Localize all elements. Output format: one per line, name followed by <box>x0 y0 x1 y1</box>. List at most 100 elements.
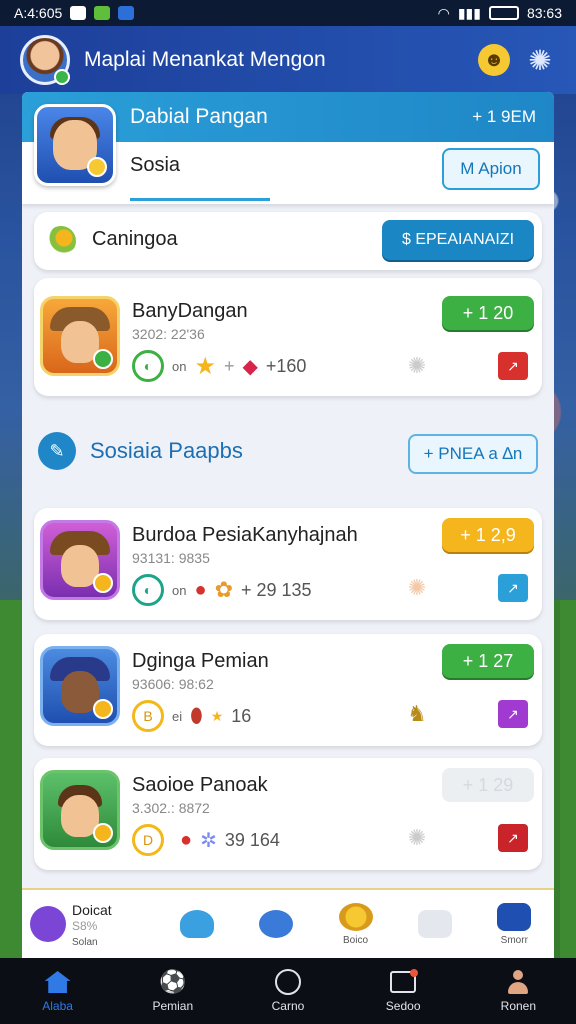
tv-icon <box>389 969 419 995</box>
star-icon: ★ <box>194 352 216 380</box>
star-icon: ★ <box>210 707 224 724</box>
bucket-icon <box>179 910 214 938</box>
nav-label: Ronen <box>500 999 537 1013</box>
game-subtitle: 93131: 9835 <box>132 550 210 566</box>
gear-icon[interactable]: ✺ <box>524 44 556 76</box>
stat-prefix: on <box>172 582 187 598</box>
quick-profile-label: Solan <box>72 936 98 948</box>
quick-item-bucket[interactable] <box>157 890 236 958</box>
share-icon[interactable]: ↗ <box>498 700 528 728</box>
game-row[interactable]: Saoioe Panoak 3.302.: 8872 + 1 29 D ● ✲ … <box>34 758 542 870</box>
challenge-title: Caningoa <box>92 228 178 250</box>
game-subtitle: 3.302.: 8872 <box>132 800 210 816</box>
quick-profile-sub: S8% <box>72 918 98 933</box>
score-pill[interactable]: + 1 27 <box>442 644 534 678</box>
score-pill[interactable]: + 1 29 <box>442 768 534 802</box>
quick-item-chat[interactable] <box>395 890 474 958</box>
stat-value: 16 <box>231 705 252 726</box>
app-header: Maplai Menankat Mengon ☻ ✺ <box>0 26 576 94</box>
trophy-icon[interactable]: ♞ <box>402 700 432 728</box>
coin-icon <box>87 157 107 177</box>
stat-prefix: on <box>172 358 187 374</box>
profile-action-button[interactable]: M Apion <box>442 148 540 190</box>
notification-icon <box>70 6 87 20</box>
home-icon <box>44 969 72 995</box>
points-ring-icon: ◐ <box>132 350 164 382</box>
game-stats: D ● ✲ 39 164 <box>132 824 280 856</box>
challenge-button[interactable]: $ EPEAIANAIZI <box>382 220 534 260</box>
nav-tv[interactable]: Sedoo <box>358 969 448 1013</box>
battery-icon <box>488 6 519 20</box>
app-notification-icon <box>94 6 111 20</box>
quick-item-profile[interactable]: Doicat S8% Solan <box>22 890 157 958</box>
game-title: BanyDangan <box>132 300 248 322</box>
section-header: ✎ Sosiaia Paapbs <box>38 432 243 470</box>
stat-value: +160 <box>265 355 307 376</box>
quick-item-hat[interactable] <box>236 890 315 958</box>
quick-item-star[interactable]: Smorr <box>475 890 554 958</box>
status-time-left: A:4:605 <box>14 5 63 21</box>
ball-icon: ⚽ <box>159 969 187 994</box>
sparkle-icon: ✲ <box>200 829 217 852</box>
share-icon[interactable]: ↗ <box>498 352 528 380</box>
game-stats: ◐ on ● ✿ + 29 135 <box>132 574 312 606</box>
game-title: Dginga Pemian <box>132 650 269 672</box>
game-thumbnail <box>40 646 120 726</box>
share-icon[interactable]: ↗ <box>498 824 528 852</box>
section-button[interactable]: + PNEA a ∆n <box>408 434 538 474</box>
quick-profile-icon <box>30 906 66 942</box>
nav-games[interactable]: ⚽ Pemian <box>128 969 218 1013</box>
chat-icon[interactable]: ✺ <box>402 824 432 852</box>
nav-home[interactable]: Alaba <box>13 969 103 1013</box>
chat-icon[interactable]: ✺ <box>402 352 432 380</box>
nav-center[interactable]: Carno <box>243 969 333 1013</box>
quick-action-bar: Doicat S8% Solan Boico Smorr <box>22 888 554 958</box>
score-pill[interactable]: + 1 2,9 <box>442 518 534 552</box>
profile-plus-label[interactable]: + 1 9EM <box>472 107 536 127</box>
game-subtitle: 3202: 22'36 <box>132 326 205 342</box>
coin-ring-icon: B <box>132 700 164 732</box>
online-badge <box>54 69 70 85</box>
circle-icon <box>274 969 302 995</box>
cookie-icon: ✿ <box>214 577 233 602</box>
quick-item-coins[interactable]: Boico <box>316 890 395 958</box>
badge-icon <box>93 573 113 593</box>
score-pill[interactable]: + 1 20 <box>442 296 534 330</box>
stat-prefix: ei <box>172 708 183 724</box>
badge-icon <box>93 699 113 719</box>
game-row[interactable]: Burdoa PesiaKanyhajnah 93131: 9835 + 1 2… <box>34 508 542 620</box>
game-row[interactable]: Dginga Pemian 93606: 98:62 + 1 27 B ei ⬮… <box>34 634 542 746</box>
tab-indicator <box>130 198 270 201</box>
badge-icon <box>93 349 113 369</box>
signal-icon: ▮▮▮ <box>457 4 481 21</box>
section-title: Sosiaia Paapbs <box>90 438 243 463</box>
game-title: Saoioe Panoak <box>132 774 268 796</box>
gem-icon: ◆ <box>242 355 258 378</box>
game-thumbnail <box>40 296 120 376</box>
user-avatar[interactable] <box>20 35 70 85</box>
nav-label: Alaba <box>42 999 73 1013</box>
badge-icon <box>93 823 113 843</box>
profile-card: Dabial Pangan + 1 9EM Sosia M Apion <box>22 92 554 204</box>
chat-bubble-icon <box>417 910 452 938</box>
shield-icon <box>118 6 135 20</box>
challenge-row: Caningoa $ EPEAIANAIZI <box>34 212 542 270</box>
game-subtitle: 93606: 98:62 <box>132 676 214 692</box>
profile-subtitle: Sosia <box>130 154 181 176</box>
quick-star-label: Smorr <box>500 934 528 946</box>
fruit-icon: ● <box>194 578 207 601</box>
nav-profile[interactable]: Ronen <box>473 969 563 1013</box>
game-row-first[interactable]: BanyDangan 3202: 22'36 + 1 20 ◐ on ★ + ◆… <box>34 278 542 396</box>
game-thumbnail <box>40 770 120 850</box>
emoji-icon[interactable]: ☻ <box>478 44 510 76</box>
nav-label: Pemian <box>152 999 194 1013</box>
person-icon <box>504 969 532 995</box>
game-stats: B ei ⬮ ★ 16 <box>132 700 251 732</box>
stat-value: 39 164 <box>224 829 280 850</box>
share-icon[interactable]: ↗ <box>498 574 528 602</box>
profile-avatar[interactable] <box>34 104 116 186</box>
nav-label: Sedoo <box>385 999 421 1013</box>
star-card-icon <box>497 902 532 931</box>
chat-icon[interactable]: ✺ <box>402 574 432 602</box>
game-stats: ◐ on ★ + ◆ +160 <box>132 350 306 382</box>
